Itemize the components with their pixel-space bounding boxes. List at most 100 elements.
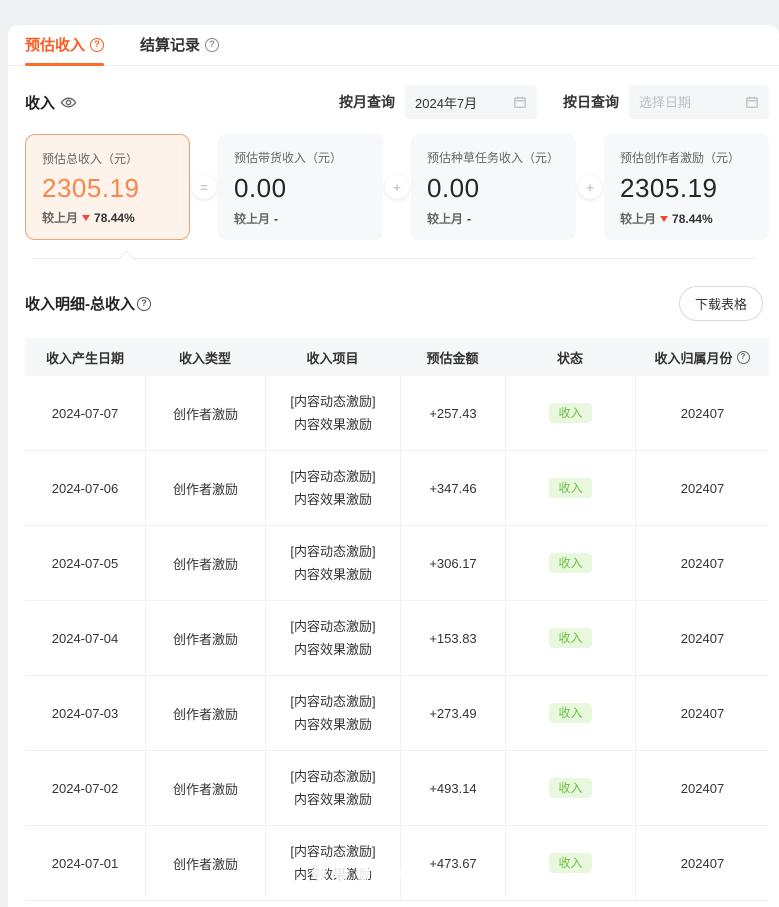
table-row[interactable]: 2024-07-03 创作者激励 [内容动态激励] 内容效果激励 +273.49… bbox=[25, 676, 769, 751]
project-line-1: [内容动态激励] bbox=[290, 692, 375, 712]
card-value: 2305.19 bbox=[620, 173, 755, 204]
cell-type: 创作者激励 bbox=[145, 751, 265, 825]
cell-project: [内容动态激励] 内容效果激励 bbox=[265, 451, 400, 525]
table-row[interactable]: 2024-07-02 创作者激励 [内容动态激励] 内容效果激励 +493.14… bbox=[25, 751, 769, 826]
card-seeding-task-income[interactable]: 预估种草任务收入（元） 0.00 较上月 - bbox=[411, 134, 576, 240]
eye-icon[interactable] bbox=[60, 94, 77, 111]
cell-status: 收入 bbox=[505, 826, 635, 900]
card-delta: 较上月 78.44% bbox=[42, 209, 175, 226]
delta-label: 较上月 bbox=[234, 210, 270, 227]
cell-status: 收入 bbox=[505, 601, 635, 675]
card-creator-incentive[interactable]: 预估创作者激励（元） 2305.19 较上月 78.44% bbox=[604, 134, 769, 240]
equals-icon: = bbox=[192, 175, 216, 199]
income-title: 收入 bbox=[25, 92, 77, 113]
project-line-1: [内容动态激励] bbox=[290, 617, 375, 637]
card-label: 预估种草任务收入（元） bbox=[427, 149, 562, 166]
plus-icon: + bbox=[385, 175, 409, 199]
calendar-icon bbox=[745, 95, 759, 109]
status-badge: 收入 bbox=[549, 778, 591, 798]
delta-value: 78.44% bbox=[672, 212, 713, 226]
card-value: 0.00 bbox=[234, 173, 369, 204]
cell-amount: +153.83 bbox=[400, 601, 505, 675]
watermark-dots bbox=[312, 866, 436, 880]
day-picker-input[interactable] bbox=[639, 95, 735, 110]
project-line-2: 内容效果激励 bbox=[294, 790, 372, 810]
status-badge: 收入 bbox=[549, 628, 591, 648]
watermark-dot bbox=[422, 866, 436, 880]
month-picker-input[interactable] bbox=[415, 95, 511, 110]
project-line-2: 内容效果激励 bbox=[294, 565, 372, 585]
table-row[interactable]: 2024-07-01 创作者激励 [内容动态激励] 内容效果激励 +473.67… bbox=[25, 826, 769, 901]
calendar-icon bbox=[513, 95, 527, 109]
status-badge: 收入 bbox=[549, 553, 591, 573]
delta-label: 较上月 bbox=[42, 209, 78, 226]
detail-section-title: 收入明细-总收入 ? bbox=[25, 293, 151, 314]
month-picker[interactable] bbox=[405, 85, 537, 119]
cell-type: 创作者激励 bbox=[145, 376, 265, 450]
cell-date: 2024-07-07 bbox=[25, 376, 145, 450]
cell-project: [内容动态激励] 内容效果激励 bbox=[265, 376, 400, 450]
help-icon[interactable]: ? bbox=[737, 351, 750, 364]
watermark-dot bbox=[356, 866, 370, 880]
cell-month: 202407 bbox=[635, 376, 769, 450]
tab-settlement-records[interactable]: 结算记录 ? bbox=[140, 34, 219, 65]
card-label: 预估创作者激励（元） bbox=[620, 149, 755, 166]
cell-type: 创作者激励 bbox=[145, 451, 265, 525]
cell-month: 202407 bbox=[635, 826, 769, 900]
table-row[interactable]: 2024-07-07 创作者激励 [内容动态激励] 内容效果激励 +257.43… bbox=[25, 376, 769, 451]
card-total-income[interactable]: 预估总收入（元） 2305.19 较上月 78.44% bbox=[25, 134, 190, 240]
header-amount: 预估金额 bbox=[400, 338, 505, 376]
project-line-1: [内容动态激励] bbox=[290, 842, 375, 862]
cell-project: [内容动态激励] 内容效果激励 bbox=[265, 601, 400, 675]
card-value: 0.00 bbox=[427, 173, 562, 204]
status-badge: 收入 bbox=[549, 853, 591, 873]
table-row[interactable]: 2024-07-06 创作者激励 [内容动态激励] 内容效果激励 +347.46… bbox=[25, 451, 769, 526]
cell-status: 收入 bbox=[505, 451, 635, 525]
cell-date: 2024-07-04 bbox=[25, 601, 145, 675]
help-icon[interactable]: ? bbox=[90, 38, 104, 52]
cell-type: 创作者激励 bbox=[145, 526, 265, 600]
project-line-2: 内容效果激励 bbox=[294, 415, 372, 435]
delta-label: 较上月 bbox=[620, 210, 656, 227]
status-badge: 收入 bbox=[549, 703, 591, 723]
header-status: 状态 bbox=[505, 338, 635, 376]
table-header-row: 收入产生日期 收入类型 收入项目 预估金额 状态 收入归属月份 ? bbox=[25, 338, 769, 376]
card-goods-income[interactable]: 预估带货收入（元） 0.00 较上月 - bbox=[218, 134, 383, 240]
tab-settlement-records-label: 结算记录 bbox=[140, 34, 200, 55]
tab-bar: 预估收入 ? 结算记录 ? bbox=[8, 25, 779, 66]
table-row[interactable]: 2024-07-04 创作者激励 [内容动态激励] 内容效果激励 +153.83… bbox=[25, 601, 769, 676]
watermark-dot bbox=[400, 866, 414, 880]
tab-estimated-income[interactable]: 预估收入 ? bbox=[25, 34, 104, 65]
header-month-label: 收入归属月份 bbox=[654, 348, 732, 367]
cell-amount: +493.14 bbox=[400, 751, 505, 825]
day-query-label: 按日查询 bbox=[563, 92, 619, 112]
download-table-button[interactable]: 下载表格 bbox=[679, 286, 763, 321]
watermark-dot bbox=[312, 866, 326, 880]
plus-icon: + bbox=[578, 175, 602, 199]
notch-caret bbox=[119, 251, 135, 267]
income-detail-table: 收入产生日期 收入类型 收入项目 预估金额 状态 收入归属月份 ? 2024-0… bbox=[25, 338, 769, 901]
cell-status: 收入 bbox=[505, 376, 635, 450]
cell-amount: +306.17 bbox=[400, 526, 505, 600]
watermark-dot bbox=[334, 866, 348, 880]
down-arrow-icon bbox=[660, 216, 668, 222]
day-picker[interactable] bbox=[629, 85, 769, 119]
delta-value: - bbox=[467, 212, 471, 226]
toolbar: 收入 按月查询 按日查询 bbox=[25, 85, 769, 119]
table-row[interactable]: 2024-07-05 创作者激励 [内容动态激励] 内容效果激励 +306.17… bbox=[25, 526, 769, 601]
cell-status: 收入 bbox=[505, 526, 635, 600]
project-line-2: 内容效果激励 bbox=[294, 715, 372, 735]
divider bbox=[33, 258, 755, 259]
card-value: 2305.19 bbox=[42, 173, 175, 204]
help-icon[interactable]: ? bbox=[137, 297, 151, 311]
cell-date: 2024-07-01 bbox=[25, 826, 145, 900]
cell-amount: +473.67 bbox=[400, 826, 505, 900]
cell-month: 202407 bbox=[635, 451, 769, 525]
cell-month: 202407 bbox=[635, 751, 769, 825]
card-label: 预估总收入（元） bbox=[42, 150, 175, 167]
project-line-1: [内容动态激励] bbox=[290, 467, 375, 487]
card-delta: 较上月 - bbox=[427, 210, 562, 227]
main-panel: 预估收入 ? 结算记录 ? 收入 按月查询 bbox=[8, 25, 779, 907]
help-icon[interactable]: ? bbox=[205, 38, 219, 52]
header-project: 收入项目 bbox=[265, 338, 400, 376]
